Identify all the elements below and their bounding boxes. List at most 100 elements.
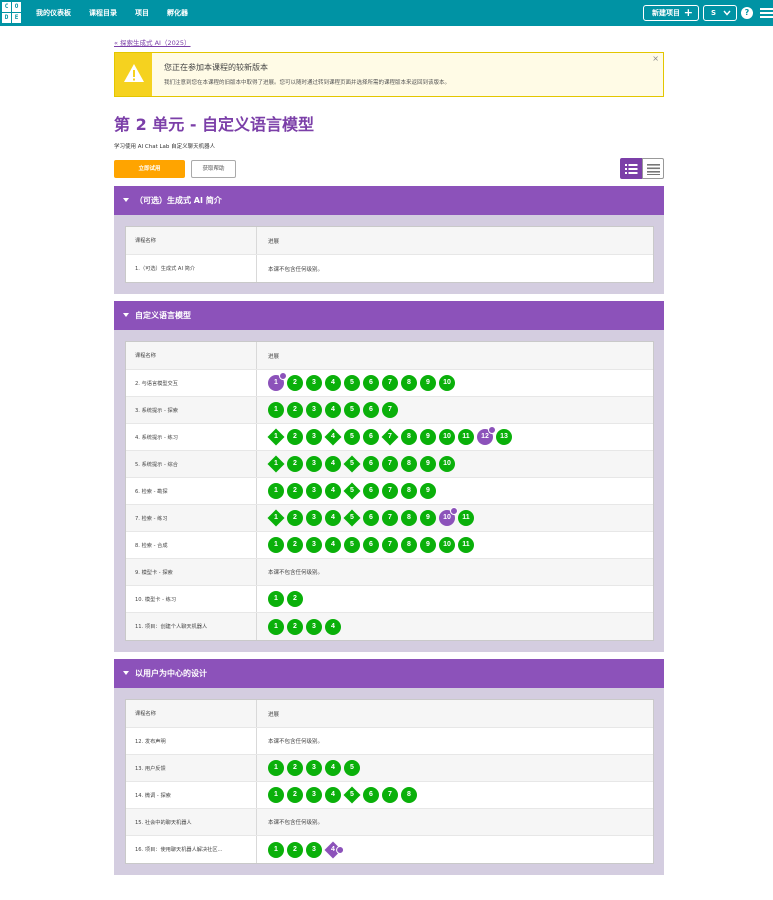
level-bubble-diamond[interactable]: 1 bbox=[267, 428, 285, 446]
lesson-name[interactable]: 10. 模型卡 - 练习 bbox=[126, 586, 257, 612]
level-bubble[interactable]: 7 bbox=[382, 787, 398, 803]
level-bubble[interactable]: 2 bbox=[287, 429, 303, 445]
nav-my-dashboard[interactable]: 我的仪表板 bbox=[36, 0, 71, 26]
level-bubble[interactable]: 4 bbox=[325, 483, 341, 499]
lesson-name[interactable]: 13. 用户反馈 bbox=[126, 755, 257, 781]
nav-projects[interactable]: 项目 bbox=[135, 0, 149, 26]
level-bubble[interactable]: 4 bbox=[325, 456, 341, 472]
section-header[interactable]: 以用户为中心的设计 bbox=[114, 659, 664, 688]
level-bubble[interactable]: 2 bbox=[287, 591, 303, 607]
level-bubble[interactable]: 1 bbox=[268, 618, 284, 635]
level-bubble[interactable]: 1 bbox=[268, 372, 287, 391]
summary-view-toggle[interactable] bbox=[642, 158, 664, 179]
level-bubble-diamond[interactable]: 5 bbox=[343, 455, 361, 473]
level-bubble[interactable]: 6 bbox=[363, 510, 379, 526]
level-bubble[interactable]: 5 bbox=[344, 402, 360, 418]
level-bubble[interactable]: 3 bbox=[306, 483, 322, 499]
level-bubble[interactable]: 13 bbox=[496, 429, 512, 445]
level-bubble[interactable]: 11 bbox=[458, 510, 474, 526]
level-bubble[interactable]: 6 bbox=[363, 787, 379, 803]
level-bubble[interactable]: 3 bbox=[306, 841, 322, 858]
nav-incubator[interactable]: 孵化器 bbox=[167, 0, 188, 26]
section-header[interactable]: 自定义语言模型 bbox=[114, 301, 664, 330]
lesson-name[interactable]: 12. 发布声明 bbox=[126, 728, 257, 754]
level-bubble[interactable]: 2 bbox=[287, 375, 303, 391]
level-bubble[interactable]: 4 bbox=[325, 375, 341, 391]
level-bubble[interactable]: 3 bbox=[306, 618, 322, 635]
level-bubble[interactable]: 7 bbox=[382, 375, 398, 391]
level-bubble[interactable]: 10 bbox=[439, 375, 455, 391]
level-bubble[interactable]: 1 bbox=[268, 841, 284, 858]
level-bubble[interactable]: 2 bbox=[287, 537, 303, 553]
user-menu-button[interactable]: S bbox=[703, 5, 737, 21]
level-bubble[interactable]: 7 bbox=[382, 456, 398, 472]
level-bubble-diamond[interactable]: 1 bbox=[267, 455, 285, 473]
level-bubble[interactable]: 6 bbox=[363, 375, 379, 391]
level-bubble[interactable]: 4 bbox=[325, 618, 341, 635]
lesson-name[interactable]: 16. 项目：使用聊天机器人解决社区... bbox=[126, 836, 257, 863]
level-bubble[interactable]: 9 bbox=[420, 375, 436, 391]
level-bubble[interactable]: 3 bbox=[306, 429, 322, 445]
lesson-name[interactable]: 14. 微调 - 探索 bbox=[126, 782, 257, 808]
level-bubble[interactable]: 4 bbox=[325, 537, 341, 553]
level-bubble[interactable]: 4 bbox=[325, 402, 341, 418]
level-bubble[interactable]: 6 bbox=[363, 456, 379, 472]
level-bubble[interactable]: 7 bbox=[382, 510, 398, 526]
detail-view-toggle[interactable] bbox=[620, 158, 642, 179]
level-bubble[interactable]: 2 bbox=[287, 510, 303, 526]
level-bubble-diamond[interactable]: 5 bbox=[343, 482, 361, 500]
level-bubble[interactable]: 3 bbox=[306, 760, 322, 776]
lesson-name[interactable]: 1.（可选）生成式 AI 简介 bbox=[126, 255, 257, 282]
try-now-button[interactable]: 立即试用 bbox=[114, 160, 185, 178]
lesson-name[interactable]: 9. 模型卡 - 探索 bbox=[126, 559, 257, 585]
level-bubble[interactable]: 1 bbox=[268, 760, 284, 776]
level-bubble[interactable]: 7 bbox=[382, 537, 398, 553]
lesson-name[interactable]: 5. 系统提示 - 综合 bbox=[126, 451, 257, 477]
level-bubble[interactable]: 8 bbox=[401, 787, 417, 803]
level-bubble[interactable]: 2 bbox=[287, 787, 303, 803]
level-bubble[interactable]: 6 bbox=[363, 402, 379, 418]
level-bubble[interactable]: 4 bbox=[325, 787, 341, 803]
level-bubble-diamond[interactable]: 1 bbox=[267, 509, 285, 527]
back-to-course-link[interactable]: « 探索生成式 AI（2025） bbox=[114, 37, 191, 47]
level-bubble[interactable]: 1 bbox=[268, 402, 284, 418]
level-bubble[interactable]: 2 bbox=[287, 483, 303, 499]
lesson-name[interactable]: 3. 系统提示 - 探索 bbox=[126, 397, 257, 423]
level-bubble[interactable]: 6 bbox=[363, 483, 379, 499]
lesson-name[interactable]: 8. 检索 - 合成 bbox=[126, 532, 257, 558]
level-bubble-diamond[interactable]: 5 bbox=[343, 509, 361, 527]
level-bubble[interactable]: 5 bbox=[344, 429, 360, 445]
lesson-name[interactable]: 6. 检索 - 勘探 bbox=[126, 478, 257, 504]
new-project-button[interactable]: 新建项目 + bbox=[643, 5, 699, 21]
level-bubble[interactable]: 8 bbox=[401, 375, 417, 391]
level-bubble-diamond[interactable]: 5 bbox=[343, 786, 361, 804]
level-bubble[interactable]: 3 bbox=[306, 787, 322, 803]
level-bubble[interactable]: 11 bbox=[458, 537, 474, 553]
level-bubble[interactable]: 10 bbox=[439, 456, 455, 472]
level-bubble[interactable]: 1 bbox=[268, 537, 284, 553]
level-bubble[interactable]: 5 bbox=[344, 375, 360, 391]
level-bubble-diamond[interactable]: 7 bbox=[381, 428, 399, 446]
level-bubble[interactable]: 1 bbox=[268, 483, 284, 499]
level-bubble[interactable]: 5 bbox=[344, 537, 360, 553]
section-header[interactable]: （可选）生成式 AI 简介 bbox=[114, 186, 664, 215]
level-bubble[interactable]: 10 bbox=[439, 507, 458, 526]
lesson-name[interactable]: 2. 与语言模型交互 bbox=[126, 370, 257, 396]
level-bubble[interactable]: 8 bbox=[401, 537, 417, 553]
level-bubble-diamond[interactable]: 4 bbox=[324, 428, 342, 446]
level-bubble[interactable]: 4 bbox=[325, 760, 341, 776]
close-icon[interactable]: × bbox=[652, 54, 659, 63]
level-bubble[interactable]: 8 bbox=[401, 429, 417, 445]
level-bubble[interactable]: 3 bbox=[306, 537, 322, 553]
level-bubble[interactable]: 9 bbox=[420, 456, 436, 472]
level-bubble[interactable]: 2 bbox=[287, 841, 303, 858]
level-bubble[interactable]: 2 bbox=[287, 456, 303, 472]
level-bubble[interactable]: 3 bbox=[306, 510, 322, 526]
level-bubble[interactable]: 2 bbox=[287, 618, 303, 635]
level-bubble[interactable]: 2 bbox=[287, 402, 303, 418]
level-bubble[interactable]: 7 bbox=[382, 402, 398, 418]
level-bubble[interactable]: 1 bbox=[268, 787, 284, 803]
level-bubble[interactable]: 5 bbox=[344, 760, 360, 776]
level-bubble[interactable]: 11 bbox=[458, 429, 474, 445]
help-icon[interactable]: ? bbox=[741, 7, 753, 19]
